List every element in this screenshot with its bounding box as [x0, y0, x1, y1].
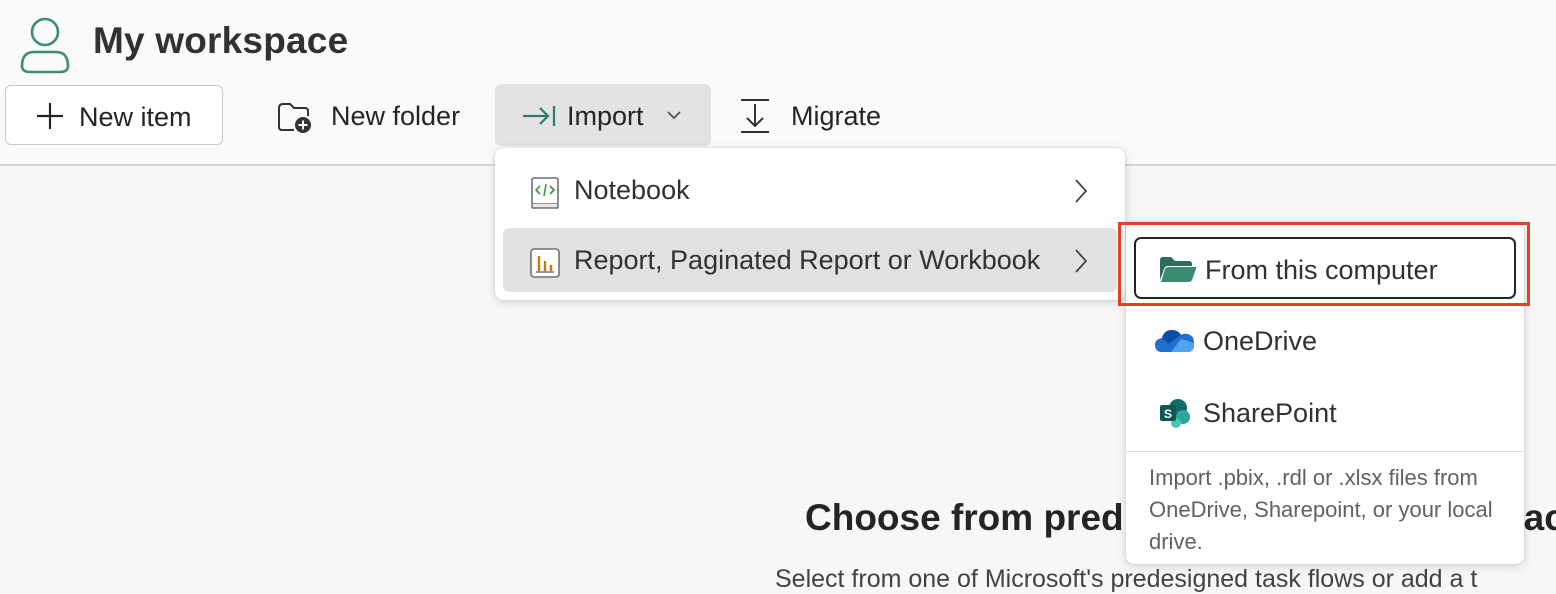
migrate-button[interactable]: Migrate [725, 84, 905, 146]
new-folder-button[interactable]: New folder [265, 84, 485, 146]
new-item-button[interactable]: New item [5, 85, 223, 145]
chevron-down-icon [667, 111, 681, 120]
new-item-label: New item [79, 102, 192, 132]
onedrive-icon [1155, 330, 1195, 352]
person-icon [20, 17, 70, 74]
import-button[interactable]: Import [495, 84, 711, 146]
page-title: My workspace [93, 20, 349, 61]
submenu-divider [1126, 451, 1524, 452]
menu-item-report[interactable]: Report, Paginated Report or Workbook [503, 228, 1117, 292]
import-menu: Notebook Report, Paginated Report or Wor… [495, 148, 1125, 300]
migrate-label: Migrate [791, 101, 882, 131]
plus-icon [37, 103, 63, 129]
import-label: Import [567, 101, 644, 131]
folder-add-icon [278, 103, 311, 133]
sharepoint-icon: S [1160, 399, 1190, 428]
menu-item-notebook[interactable]: Notebook [503, 158, 1117, 222]
import-help-text: Import .pbix, .rdl or .xlsx files from O… [1149, 465, 1493, 554]
notebook-icon [531, 177, 559, 209]
svg-text:S: S [1164, 407, 1172, 421]
new-folder-label: New folder [331, 101, 461, 131]
workspace-header: My workspace New item New folder Import [0, 0, 1556, 164]
migrate-icon [741, 99, 769, 133]
report-icon [530, 248, 560, 278]
annotation-highlight-box [1118, 222, 1530, 306]
menu-item-label: Report, Paginated Report or Workbook [574, 245, 1041, 275]
import-arrow-icon [523, 106, 556, 126]
onedrive-item[interactable]: OneDrive [1134, 310, 1516, 372]
chevron-right-icon [1075, 179, 1088, 203]
menu-item-label: Notebook [574, 175, 690, 205]
chevron-right-icon [1075, 249, 1088, 273]
sharepoint-item[interactable]: S SharePoint [1134, 382, 1516, 444]
onedrive-label: OneDrive [1203, 326, 1318, 356]
sharepoint-label: SharePoint [1203, 398, 1337, 428]
